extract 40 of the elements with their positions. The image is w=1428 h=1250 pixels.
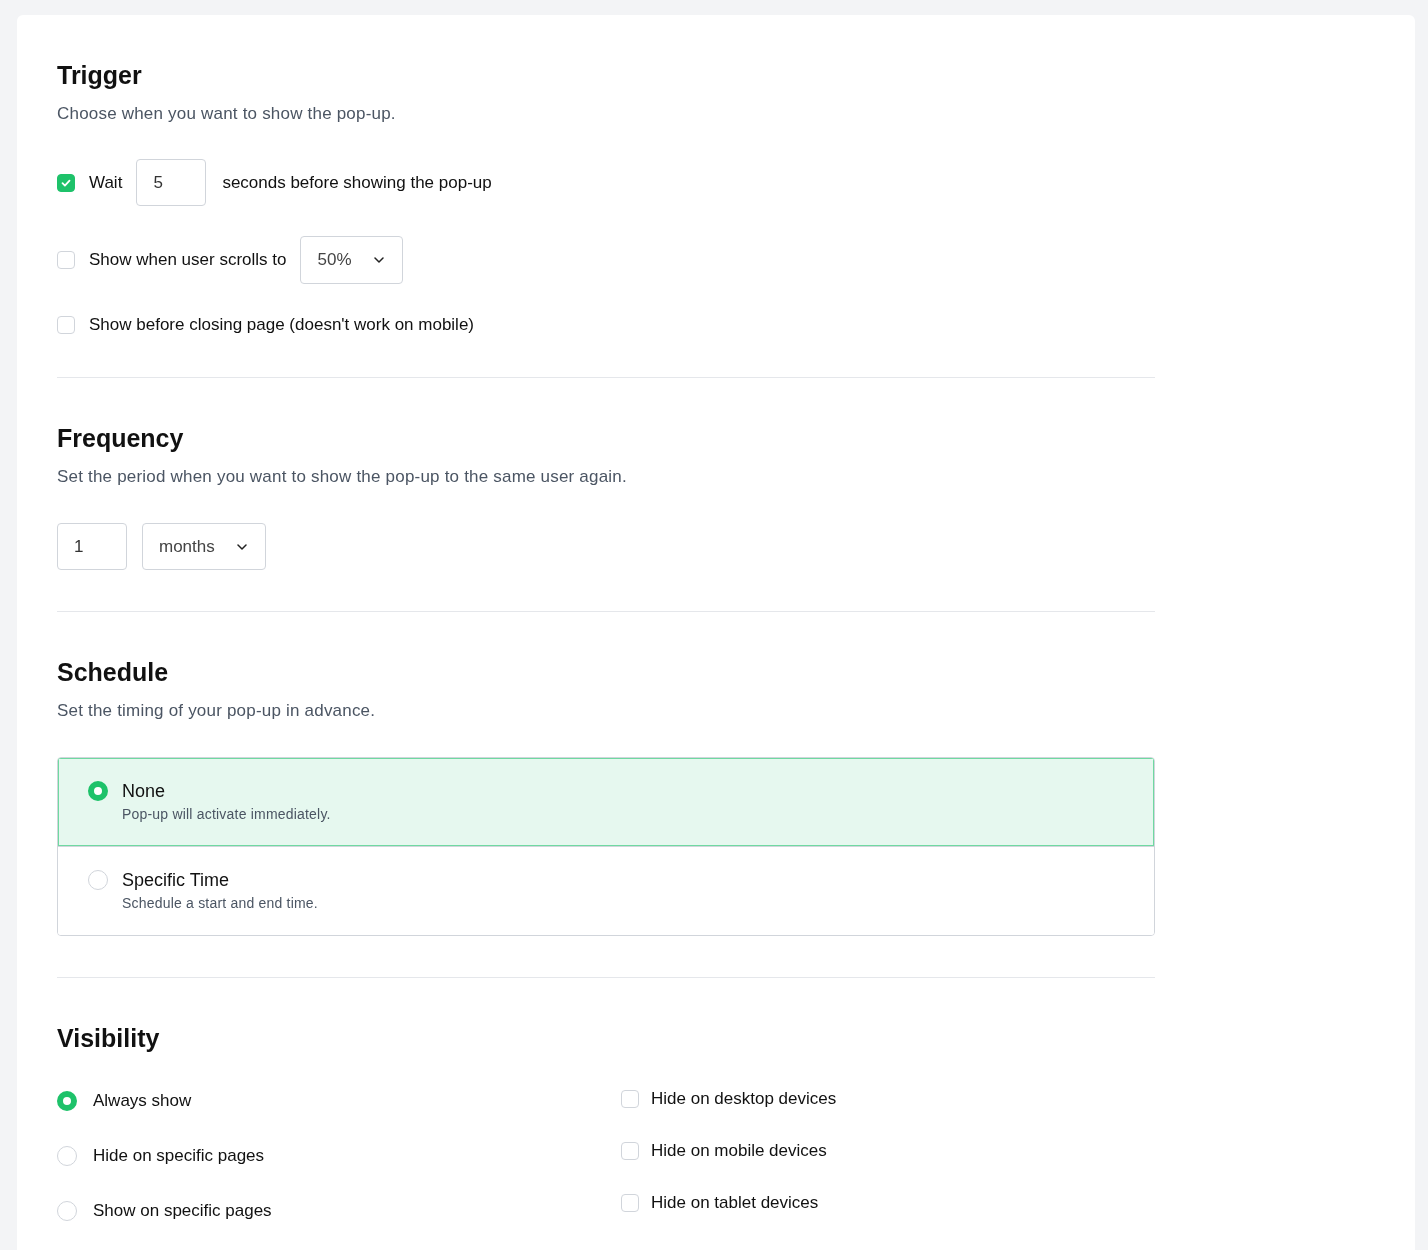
chevron-down-icon: [236, 543, 247, 550]
section-title: Frequency: [57, 423, 185, 453]
chevron-down-icon: [373, 257, 384, 263]
section-title: Trigger: [57, 60, 143, 90]
section-title: Schedule: [57, 657, 170, 687]
option-description: Schedule a start and end time.: [122, 894, 318, 912]
option-label: Show before closing page (doesn't work on mobile): [89, 314, 474, 336]
radio-button[interactable]: [88, 870, 108, 890]
option-label: Always show: [93, 1090, 192, 1112]
option-label: Hide on specific pages: [93, 1145, 265, 1167]
checkbox[interactable]: [621, 1142, 639, 1160]
section-description: Choose when you want to show the pop-up.: [57, 103, 397, 125]
scroll-percent-select[interactable]: 50%: [300, 236, 403, 284]
option-description: Pop-up will activate immediately.: [122, 805, 331, 823]
checkbox[interactable]: [621, 1090, 639, 1108]
checkbox[interactable]: [57, 316, 75, 334]
radio-button[interactable]: [57, 1091, 77, 1111]
checkbox[interactable]: [57, 173, 75, 192]
option-title: None: [122, 780, 167, 802]
seconds-input[interactable]: 5: [136, 159, 207, 206]
option-label: Hide on mobile devices: [651, 1140, 827, 1162]
checkbox[interactable]: [621, 1194, 639, 1212]
radio-button[interactable]: [57, 1201, 77, 1221]
schedule-option[interactable]: None Pop-up will activate immediately.: [58, 758, 1154, 846]
period-unit-select[interactable]: months: [142, 523, 266, 570]
option-label: seconds before showing the pop-up: [222, 171, 492, 194]
radio-button[interactable]: [88, 781, 108, 801]
schedule-option[interactable]: Specific Time Schedule a start and end time.: [58, 846, 1154, 935]
section-description: Set the timing of your pop-up in advance.: [57, 700, 377, 722]
option-label: Show when user scrolls to: [89, 249, 287, 271]
checkbox[interactable]: [57, 251, 75, 269]
option-title: Specific Time: [122, 869, 231, 891]
option-label: Wait: [89, 171, 123, 194]
period-amount-input[interactable]: 1: [57, 523, 127, 570]
option-label: Show on specific pages: [93, 1200, 272, 1222]
option-label: Hide on tablet devices: [651, 1192, 819, 1214]
radio-button[interactable]: [57, 1146, 77, 1166]
section-description: Set the period when you want to show the pop-up to the same user again.: [57, 466, 628, 488]
option-label: Hide on desktop devices: [651, 1088, 837, 1110]
section-title: Visibility: [57, 1023, 161, 1053]
